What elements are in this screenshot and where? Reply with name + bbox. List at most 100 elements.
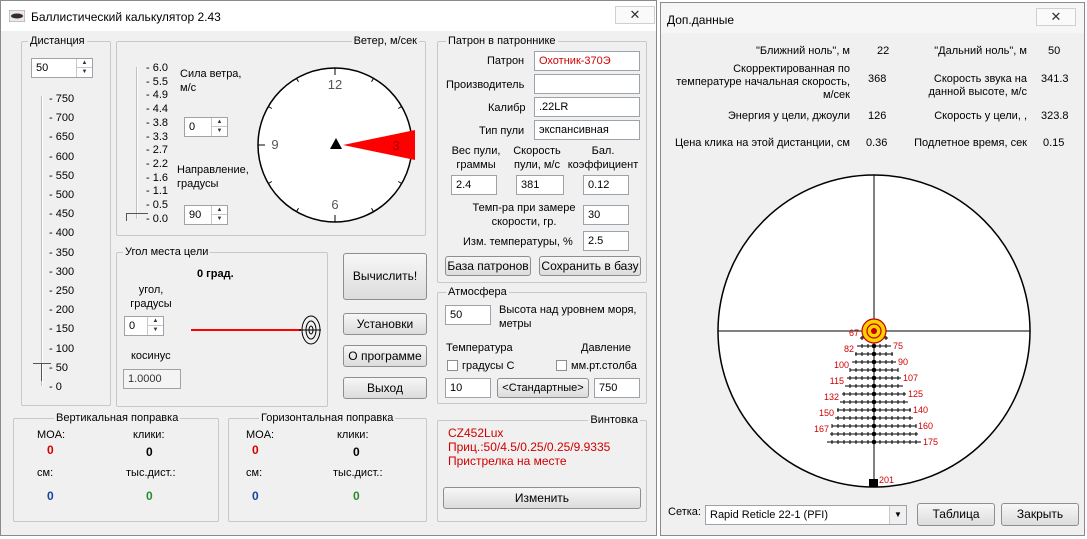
reticle-dot	[871, 351, 877, 357]
bullet-type-field[interactable]: экспансивная	[534, 120, 640, 140]
distance-tick-600: - 600	[49, 150, 75, 163]
wind-tick-1.1: - 1.1	[146, 185, 169, 198]
settings-button[interactable]: Установки	[343, 313, 427, 335]
checkbox-icon[interactable]	[556, 360, 567, 371]
wind-speed-label: Сила ветра, м/с	[180, 68, 242, 94]
distance-spinner-arrows[interactable]: ▲ ▼	[76, 59, 92, 77]
extra-titlebar: Доп.данные ✕	[661, 3, 1084, 33]
change-rifle-button[interactable]: Изменить	[443, 487, 641, 509]
spin-down-icon[interactable]: ▼	[212, 215, 227, 224]
reticle-dot	[871, 375, 877, 381]
bc-field[interactable]: 0.12	[583, 175, 629, 195]
velocity-field[interactable]: 381	[516, 175, 564, 195]
pressure-label: Давление	[581, 342, 632, 354]
caliber-field[interactable]: .22LR	[534, 97, 640, 117]
vertical-mil-value: 0	[146, 489, 153, 503]
reticle-label-167: 167	[814, 424, 829, 434]
save-to-db-button[interactable]: Сохранить в базу	[539, 256, 641, 276]
maker-field[interactable]	[534, 74, 640, 94]
temp-measure-field[interactable]: 30	[583, 205, 629, 225]
wind-slider-thumb[interactable]	[126, 213, 148, 221]
extra-close-icon[interactable]: ✕	[1036, 8, 1076, 26]
distance-tick-300: - 300	[49, 265, 75, 278]
wind-tick-3.3: - 3.3	[146, 130, 169, 143]
spin-down-icon[interactable]: ▼	[148, 326, 163, 335]
horizontal-correction-label: Горизонтальная поправка	[259, 411, 396, 425]
wind-tick-0.0: - 0.0	[146, 212, 169, 225]
clock-label-3: 3	[392, 138, 399, 153]
pressure-field[interactable]: 750	[594, 378, 640, 398]
altitude-field[interactable]: 50	[445, 305, 491, 325]
spin-down-icon[interactable]: ▼	[212, 127, 227, 136]
reticle-dot	[871, 367, 877, 373]
near-zero-value: 22	[877, 45, 890, 57]
about-button[interactable]: О программе	[343, 345, 427, 367]
celsius-label: градусы С	[462, 360, 515, 372]
wind-direction-spinner[interactable]: 90 ▲ ▼	[184, 205, 228, 225]
temp-change-field[interactable]: 2.5	[583, 231, 629, 251]
checkbox-icon[interactable]	[447, 360, 458, 371]
flight-time-value: 0.15	[1043, 137, 1065, 149]
reticle-label: Сетка:	[668, 506, 701, 518]
reticle-dot	[871, 383, 877, 389]
spin-up-icon[interactable]: ▲	[212, 118, 227, 127]
table-button[interactable]: Таблица	[917, 503, 995, 526]
cartridge-field[interactable]: Охотник-370Э	[534, 51, 640, 71]
standard-atmosphere-button[interactable]: <Стандартные>	[497, 378, 589, 398]
rifle-group-label: Винтовка	[588, 413, 640, 427]
reticle-label-150: 150	[819, 408, 834, 418]
close-button[interactable]: Закрыть	[1001, 503, 1079, 526]
click-price-label: Цена клика на этой дистанции, см	[674, 137, 850, 149]
wind-speed-spinner[interactable]: 0 ▲ ▼	[184, 117, 228, 137]
celsius-checkbox[interactable]: градусы С	[447, 360, 514, 373]
spin-up-icon[interactable]: ▲	[212, 206, 227, 215]
angle-spinner[interactable]: 0 ▲ ▼	[124, 316, 164, 336]
distance-tick-200: - 200	[49, 304, 75, 317]
rifle-scope: Приц.:50/4.5/0.25/0.25/9.9335	[448, 440, 611, 454]
calculate-button[interactable]: Вычислить!	[343, 253, 427, 300]
corrected-velocity-label: Скорректированная по температуре начальн…	[676, 63, 850, 101]
bullseye-center	[871, 328, 877, 334]
temperature-field[interactable]: 10	[445, 378, 491, 398]
vertical-moa-label: MOA:	[37, 429, 66, 441]
bc-label: Бал. коэффициент	[567, 145, 639, 171]
reticle-dot	[871, 415, 877, 421]
extra-window-title: Доп.данные	[667, 13, 734, 27]
spin-up-icon[interactable]: ▲	[148, 317, 163, 326]
spin-up-icon[interactable]: ▲	[77, 59, 92, 68]
wind-clock-dial[interactable]: 12 3 6 9	[255, 65, 415, 225]
main-close-icon[interactable]: ✕	[615, 6, 655, 24]
distance-spinner[interactable]: 50 ▲ ▼	[31, 58, 93, 78]
cartridge-db-button[interactable]: База патронов	[445, 256, 531, 276]
reticle-label-90: 90	[898, 357, 908, 367]
weight-field[interactable]: 2.4	[451, 175, 497, 195]
reticle-select-value: Rapid Reticle 22-1 (PFI)	[710, 509, 828, 521]
distance-tick-500: - 500	[49, 189, 75, 201]
reticle-select[interactable]: Rapid Reticle 22-1 (PFI) ▼	[705, 505, 907, 525]
reticle-dot	[871, 343, 877, 349]
clock-label-9: 9	[271, 137, 278, 152]
wind-tick-4.9: - 4.9	[146, 89, 169, 102]
wind-tick-2.7: - 2.7	[146, 144, 169, 157]
chevron-down-icon[interactable]: ▼	[889, 506, 906, 524]
horizontal-mil-label: тыс.дист.:	[333, 467, 383, 479]
distance-slider[interactable]: - 750 - 700 - 650 - 600 - 550 - 500 - 450 - 400…	[31, 91, 101, 393]
click-price-value: 0.36	[866, 137, 888, 149]
horizontal-clicks-value: 0	[353, 445, 360, 459]
velocity-label: Скорость пули, м/с	[513, 145, 561, 171]
wind-speed-slider[interactable]: - 6.0- 5.5- 4.9- 4.4- 3.8- 3.3- 2.7- 2.2…	[126, 63, 181, 225]
reticle-label-67: 67	[849, 328, 859, 338]
angle-label: угол, градусы	[130, 284, 172, 310]
vertical-clicks-value: 0	[146, 445, 153, 459]
mmhg-checkbox[interactable]: мм.рт.столба	[556, 360, 637, 373]
wind-tick-5.5: - 5.5	[146, 75, 169, 88]
altitude-label: Высота над уровнем моря, метры	[499, 304, 637, 330]
extra-data-window: Доп.данные ✕ "Ближний ноль", м 22 "Дальн…	[660, 2, 1085, 536]
distance-tick-0: - 0	[49, 381, 62, 393]
spin-down-icon[interactable]: ▼	[77, 68, 92, 77]
exit-button[interactable]: Выход	[343, 377, 427, 399]
target-angle-group-label: Угол места цели	[123, 245, 211, 259]
wind-tick-6.0: - 6.0	[146, 62, 169, 74]
distance-value: 50	[36, 62, 49, 74]
reticle-label-100: 100	[834, 360, 849, 370]
